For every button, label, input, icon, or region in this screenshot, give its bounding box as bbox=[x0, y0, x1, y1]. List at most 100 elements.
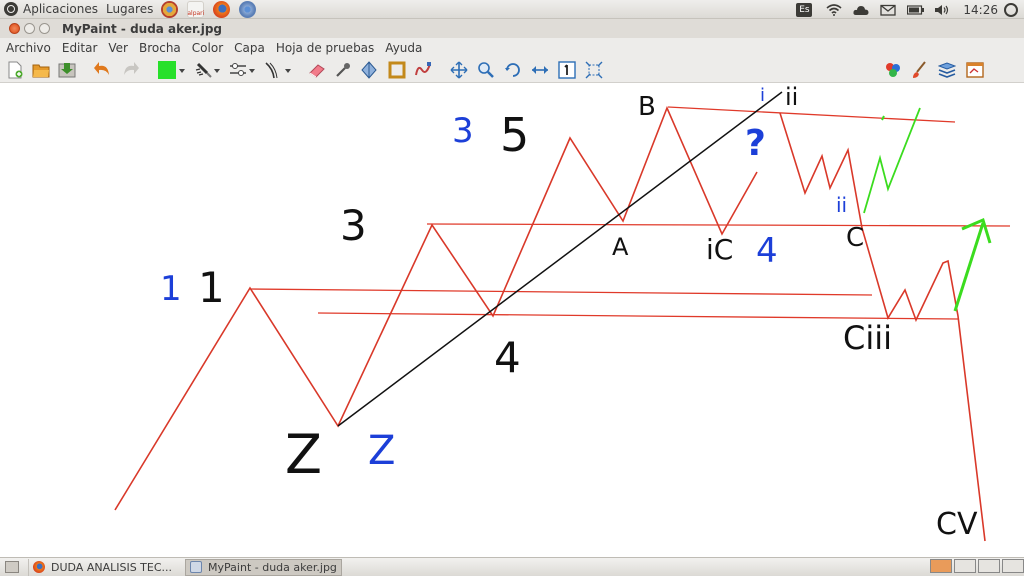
undo-icon[interactable] bbox=[94, 61, 112, 79]
alpari-launcher-icon[interactable]: alpari bbox=[187, 0, 205, 18]
drawing-canvas[interactable]: 1 1 3 3 5 Z Z 4 A B ? i ii ii C iC 4 Cii… bbox=[0, 83, 1024, 557]
zoom-icon[interactable] bbox=[477, 61, 495, 79]
workspace-2[interactable] bbox=[954, 559, 976, 573]
clock[interactable]: 14:26 bbox=[963, 3, 998, 17]
keyboard-layout-indicator[interactable]: Es bbox=[796, 2, 813, 17]
adjust-dropdown-icon[interactable] bbox=[249, 69, 255, 73]
close-window-icon[interactable] bbox=[9, 23, 20, 34]
firefox-icon bbox=[33, 561, 45, 573]
places-menu[interactable]: Lugares bbox=[106, 2, 153, 16]
minimize-window-icon[interactable] bbox=[24, 23, 35, 34]
brush-settings-icon[interactable] bbox=[911, 61, 929, 79]
color-swatch-icon[interactable] bbox=[158, 61, 176, 79]
pan-icon[interactable] bbox=[450, 61, 468, 79]
chrome-launcher-icon[interactable] bbox=[161, 0, 179, 18]
taskbar-item-mypaint[interactable]: MyPaint - duda aker.jpg bbox=[185, 558, 342, 576]
brush-icon[interactable] bbox=[195, 61, 213, 79]
red-line-mid bbox=[249, 288, 873, 296]
maximize-window-icon[interactable] bbox=[39, 23, 50, 34]
taskbar-item-label: DUDA ANALISIS TEC... bbox=[51, 560, 173, 574]
open-folder-icon[interactable] bbox=[32, 61, 50, 79]
green-arrow bbox=[953, 222, 985, 312]
mail-icon[interactable] bbox=[880, 4, 897, 16]
wifi-icon[interactable] bbox=[826, 3, 842, 16]
rotate-icon[interactable] bbox=[504, 61, 522, 79]
save-icon[interactable] bbox=[58, 61, 76, 79]
menu-brocha[interactable]: Brocha bbox=[139, 41, 181, 55]
label-ii-blue: ii bbox=[836, 193, 848, 217]
toolbar bbox=[0, 57, 1024, 83]
green-arrow-head bbox=[961, 217, 992, 244]
label-a: A bbox=[612, 233, 629, 261]
color-dropdown-icon[interactable] bbox=[179, 69, 185, 73]
taskbar-item-label: MyPaint - duda aker.jpg bbox=[208, 560, 337, 574]
stroke-dropdown-icon[interactable] bbox=[285, 69, 291, 73]
label-four-blue: 4 bbox=[756, 231, 778, 271]
label-one-blue: 1 bbox=[160, 269, 182, 309]
label-two-black: Z bbox=[285, 423, 322, 486]
stroke-icon[interactable] bbox=[264, 61, 282, 79]
brush-dropdown-icon[interactable] bbox=[214, 69, 220, 73]
power-icon[interactable] bbox=[1004, 2, 1018, 17]
label-three-black: 3 bbox=[340, 201, 367, 250]
workspace-3[interactable] bbox=[978, 559, 1000, 573]
label-three-blue: 3 bbox=[452, 111, 474, 151]
window-title: MyPaint - duda aker.jpg bbox=[62, 21, 223, 36]
menu-capa[interactable]: Capa bbox=[234, 41, 265, 55]
battery-icon[interactable] bbox=[907, 4, 925, 16]
label-one-black: 1 bbox=[198, 263, 225, 312]
fit-icon[interactable] bbox=[585, 61, 603, 79]
taskbar-item-firefox[interactable]: DUDA ANALISIS TEC... bbox=[28, 558, 176, 576]
menu-hoja-de-pruebas[interactable]: Hoja de pruebas bbox=[276, 41, 374, 55]
label-b: B bbox=[638, 92, 656, 122]
adjust-icon[interactable] bbox=[229, 61, 247, 79]
label-ii-black: ii bbox=[785, 83, 799, 111]
menu-bar: Archivo Editar Ver Brocha Color Capa Hoj… bbox=[0, 38, 1024, 57]
firefox-launcher-icon[interactable] bbox=[213, 0, 231, 18]
red-line-top bbox=[667, 106, 956, 123]
label-ic: iC bbox=[706, 233, 734, 266]
label-i-blue: i bbox=[760, 85, 766, 106]
green-tick bbox=[881, 115, 885, 121]
taskbar: DUDA ANALISIS TEC... MyPaint - duda aker… bbox=[0, 557, 1024, 576]
browser-launcher-icon[interactable] bbox=[239, 0, 257, 18]
redo-icon[interactable] bbox=[121, 61, 139, 79]
applications-menu[interactable]: Aplicaciones bbox=[23, 2, 98, 16]
workspace-switcher bbox=[928, 559, 1024, 573]
label-two-blue: Z bbox=[368, 428, 396, 474]
menu-color[interactable]: Color bbox=[192, 41, 223, 55]
system-tray: Es 14:26 bbox=[796, 0, 1024, 19]
label-question: ? bbox=[745, 123, 766, 164]
color-palette-icon[interactable] bbox=[884, 61, 902, 79]
label-four: 4 bbox=[494, 333, 521, 382]
show-desktop-icon[interactable] bbox=[5, 561, 19, 573]
cloud-icon[interactable] bbox=[853, 4, 869, 16]
layers-icon[interactable] bbox=[938, 61, 956, 79]
symmetry-icon[interactable] bbox=[360, 61, 378, 79]
volume-icon[interactable] bbox=[934, 4, 950, 16]
picker-icon[interactable] bbox=[334, 61, 352, 79]
label-five-black: 5 bbox=[500, 108, 530, 162]
menu-ayuda[interactable]: Ayuda bbox=[385, 41, 422, 55]
inking-icon[interactable] bbox=[414, 61, 432, 79]
menu-archivo[interactable]: Archivo bbox=[6, 41, 51, 55]
alpari-label: alpari bbox=[187, 9, 205, 17]
reset-zoom-icon[interactable] bbox=[558, 61, 576, 79]
new-file-icon[interactable] bbox=[6, 61, 24, 79]
label-cv: CV bbox=[936, 507, 978, 542]
menu-ver[interactable]: Ver bbox=[108, 41, 128, 55]
workspace-1[interactable] bbox=[930, 559, 952, 573]
ubuntu-logo-icon[interactable] bbox=[4, 2, 18, 16]
frame-icon[interactable] bbox=[388, 61, 406, 79]
top-panel: Aplicaciones Lugares alpari Es 14:26 bbox=[0, 0, 1024, 19]
workspace-4[interactable] bbox=[1002, 559, 1024, 573]
green-wave bbox=[863, 107, 921, 214]
eraser-icon[interactable] bbox=[308, 61, 326, 79]
mypaint-icon bbox=[190, 561, 203, 573]
label-ciii: Ciii bbox=[843, 319, 893, 357]
menu-editar[interactable]: Editar bbox=[62, 41, 98, 55]
window-titlebar[interactable]: MyPaint - duda aker.jpg bbox=[0, 19, 1024, 38]
mirror-h-icon[interactable] bbox=[531, 61, 549, 79]
label-c: C bbox=[846, 223, 865, 253]
scratchpad-icon[interactable] bbox=[966, 61, 984, 79]
